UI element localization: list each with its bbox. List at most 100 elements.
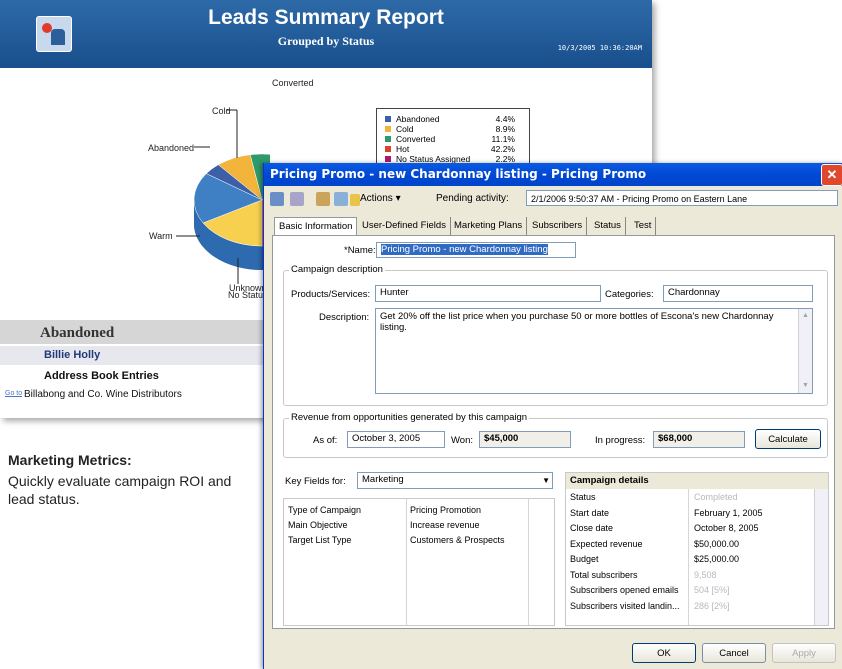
dialog-title: Pricing Promo - new Chardonnay listing -… xyxy=(270,167,647,181)
legend-swatch xyxy=(385,126,391,132)
dropdown-arrow-icon: ▾ xyxy=(395,193,401,204)
revenue-group-title: Revenue from opportunities generated by … xyxy=(289,412,530,423)
detail-label: Close date xyxy=(570,523,614,533)
detail-label: Budget xyxy=(570,554,599,564)
scroll-up-icon[interactable]: ▲ xyxy=(799,309,812,323)
detail-label: Subscribers visited landin... xyxy=(570,600,680,611)
pie-label-cold: Cold xyxy=(212,106,231,116)
detail-value: $25,000.00 xyxy=(694,554,740,564)
key-field-value[interactable]: Increase revenue xyxy=(410,520,480,530)
save-icon[interactable] xyxy=(270,192,284,206)
grid-divider xyxy=(528,499,529,625)
as-of-input[interactable]: October 3, 2005 xyxy=(347,431,445,448)
legend-swatch xyxy=(385,136,391,142)
key-field-name: Target List Type xyxy=(288,535,352,545)
legend-swatch xyxy=(385,116,391,122)
scroll-down-icon[interactable]: ▼ xyxy=(799,379,812,393)
pie-label-warm: Warm xyxy=(149,231,173,241)
detail-label: Expected revenue xyxy=(570,538,643,549)
grid-divider xyxy=(406,499,407,625)
description-value: Get 20% off the list price when you purc… xyxy=(380,311,774,333)
preview-icon[interactable] xyxy=(334,192,348,206)
legend-label: Converted xyxy=(396,134,436,144)
tab-subscribers[interactable]: Subscribers xyxy=(528,217,588,235)
goto-link[interactable]: Go to xyxy=(5,390,22,397)
in-progress-value: $68,000 xyxy=(653,431,745,448)
products-input[interactable]: Hunter xyxy=(375,285,601,302)
categories-input[interactable]: Chardonnay xyxy=(663,285,813,302)
detail-label: Subscribers opened emails xyxy=(570,585,679,595)
categories-label: Categories: xyxy=(605,289,654,300)
grid-divider xyxy=(688,489,689,625)
detail-value: 504 [5%] xyxy=(694,585,730,595)
spell-check-icon[interactable] xyxy=(290,192,304,206)
detail-value: Completed xyxy=(694,492,738,502)
detail-label: Start date xyxy=(570,507,610,518)
report-header: Leads Summary Report Grouped by Status 1… xyxy=(0,0,652,68)
key-fields-grid: Type of Campaign Pricing Promotion Main … xyxy=(283,498,555,626)
legend-label: Hot xyxy=(396,144,410,154)
legend-label: Cold xyxy=(396,124,414,134)
pending-activity-field[interactable]: 2/1/2006 9:50:37 AM - Pricing Promo on E… xyxy=(526,190,838,206)
tab-test[interactable]: Test xyxy=(630,217,657,235)
key-field-value[interactable]: Customers & Prospects xyxy=(410,535,505,545)
tab-user-defined-fields[interactable]: User-Defined Fields xyxy=(358,217,451,235)
details-scrollbar[interactable] xyxy=(814,489,828,625)
campaign-details-title: Campaign details xyxy=(570,475,649,486)
tab-basic-information[interactable]: Basic Information xyxy=(274,217,358,237)
name-input[interactable]: Pricing Promo - new Chardonnay listing xyxy=(376,242,576,258)
close-icon: ✕ xyxy=(826,167,838,182)
report-title: Leads Summary Report xyxy=(208,6,444,29)
as-of-label: As of: xyxy=(313,435,338,446)
detail-value: October 8, 2005 xyxy=(694,523,759,533)
detail-label: Total subscribers xyxy=(570,569,638,580)
legend-swatch xyxy=(385,156,391,162)
won-label: Won: xyxy=(451,435,474,446)
pie-label-converted: Converted xyxy=(272,78,314,88)
contact-row xyxy=(0,346,270,365)
description-scrollbar[interactable]: ▲ ▼ xyxy=(798,309,812,393)
legend-value: 4.4% xyxy=(495,114,515,124)
contact-name[interactable]: Billie Holly xyxy=(44,349,100,361)
dropdown-arrow-icon[interactable]: ▼ xyxy=(542,474,550,488)
calculate-button[interactable]: Calculate xyxy=(755,429,821,449)
legend-label: Abandoned xyxy=(396,114,440,124)
pending-activity-label: Pending activity: xyxy=(436,193,509,204)
metrics-title: Marketing Metrics: xyxy=(8,452,132,468)
name-label: *Name: xyxy=(344,245,376,256)
key-field-value[interactable]: Pricing Promotion xyxy=(410,505,481,515)
report-subtitle: Grouped by Status xyxy=(277,34,375,48)
description-textarea[interactable]: Get 20% off the list price when you purc… xyxy=(375,308,813,394)
detail-value: 9,508 xyxy=(694,569,717,580)
pie-label-abandoned: Abandoned xyxy=(148,143,195,153)
detail-label: Status xyxy=(570,492,596,502)
report-datetime: 10/3/2005 10:36:20AM xyxy=(557,44,642,52)
tab-marketing-plans[interactable]: Marketing Plans xyxy=(450,217,528,235)
key-fields-label: Key Fields for: xyxy=(285,476,346,487)
actions-icon xyxy=(350,194,360,206)
apply-button[interactable]: Apply xyxy=(772,643,836,663)
cancel-button[interactable]: Cancel xyxy=(702,643,766,663)
group-name: Address Book Entries xyxy=(44,370,159,382)
close-button[interactable]: ✕ xyxy=(821,164,842,186)
legend-item: Abandoned 4.4% xyxy=(385,115,525,124)
address-book-icon[interactable] xyxy=(316,192,330,206)
detail-value: 286 [2%] xyxy=(694,600,730,611)
key-field-name: Main Objective xyxy=(288,520,348,530)
tab-status[interactable]: Status xyxy=(590,217,626,235)
dialog-buttons: OK Cancel Apply xyxy=(264,639,842,665)
legend-value: 42.2% xyxy=(490,144,515,154)
legend-item: Converted 11.1% xyxy=(385,135,525,144)
legend-swatch xyxy=(385,146,391,152)
ok-button[interactable]: OK xyxy=(632,643,696,663)
chart-legend: Abandoned 4.4% Cold 8.9% Converted 11.1% Hot 42… xyxy=(376,108,530,170)
in-progress-label: In progress: xyxy=(595,435,646,446)
campaign-description-title: Campaign description xyxy=(289,264,385,275)
description-label: Description: xyxy=(319,312,370,323)
actions-menu[interactable]: Actions ▾ xyxy=(360,193,401,204)
key-fields-select[interactable]: Marketing ▼ xyxy=(357,472,553,489)
company-name[interactable]: Billabong and Co. Wine Distributors xyxy=(24,389,182,400)
titlebar[interactable]: Pricing Promo - new Chardonnay listing -… xyxy=(264,163,842,186)
name-value: Pricing Promo - new Chardonnay listing xyxy=(381,244,548,255)
legend-item: Hot 42.2% xyxy=(385,145,525,154)
